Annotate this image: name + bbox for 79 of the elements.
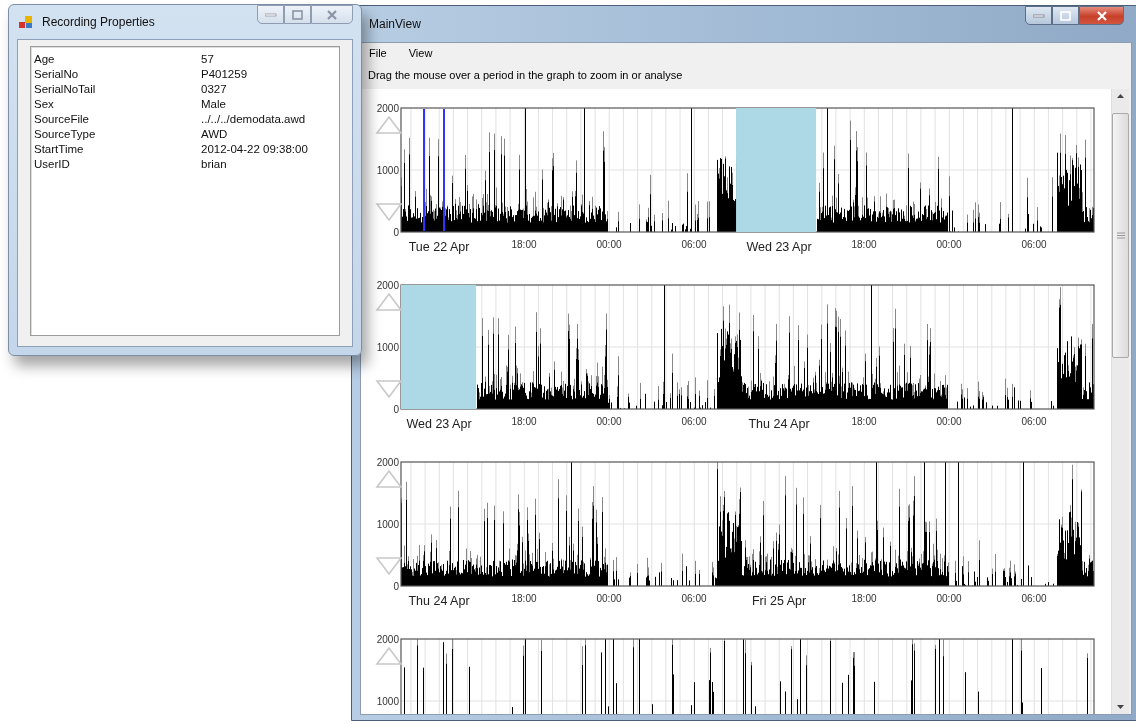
scroll-thumb[interactable]: [1112, 113, 1129, 359]
minimize-button[interactable]: [1025, 6, 1052, 25]
app-icon: [19, 15, 34, 29]
time-label: 18:00: [511, 416, 537, 428]
close-icon: [1095, 10, 1108, 21]
property-value: AWD: [201, 127, 228, 140]
property-value: ../../../demodata.awd: [201, 112, 306, 125]
time-label: 00:00: [596, 593, 622, 605]
minimize-button[interactable]: [257, 5, 284, 24]
y-axis-label: 2000: [376, 103, 399, 115]
time-label: 00:00: [936, 239, 962, 251]
up-triangle-icon[interactable]: [375, 293, 403, 312]
time-label: 00:00: [936, 593, 962, 605]
property-name: StartTime: [34, 142, 85, 155]
property-value: Male: [201, 97, 226, 110]
date-label: Fri 25 Apr: [751, 594, 807, 609]
property-name: UserID: [34, 157, 71, 170]
minimize-icon: [1032, 13, 1045, 18]
time-label: 06:00: [1021, 416, 1047, 428]
property-list[interactable]: Age 57 SerialNo P401259 SerialNoTail 0327 Sex Male SourceFile ../../../demodata.awd SourceType AWD StartTime 2012-04-22 09:38:00 UserID brian: [30, 46, 340, 336]
up-triangle-icon[interactable]: [375, 647, 403, 666]
window-title: Recording Properties: [42, 15, 156, 29]
date-label: Thu 24 Apr: [748, 417, 810, 432]
y-axis-label: 2000: [376, 457, 399, 469]
property-name: SourceFile: [34, 112, 90, 125]
time-label: 00:00: [596, 239, 622, 251]
time-label: 18:00: [511, 593, 537, 605]
close-button[interactable]: [1079, 6, 1124, 25]
y-axis-label: 0: [393, 581, 399, 593]
y-axis-label: 2000: [376, 634, 399, 646]
property-value: 2012-04-22 09:38:00: [201, 142, 308, 155]
maximize-icon: [291, 9, 304, 20]
instruction-text: Drag the mouse over a period in the graph to zoom in or analyse: [367, 68, 684, 84]
down-triangle-icon[interactable]: [375, 203, 403, 222]
property-value: 0327: [201, 82, 227, 95]
y-axis-label: 0: [393, 227, 399, 239]
y-axis-label: 0: [393, 404, 399, 416]
property-name: SerialNo: [34, 67, 80, 80]
vertical-scrollbar[interactable]: [1111, 89, 1129, 714]
date-label: Tue 22 Apr: [408, 240, 470, 255]
down-triangle-icon[interactable]: [375, 557, 403, 576]
time-label: 18:00: [511, 239, 537, 251]
time-label: 06:00: [681, 416, 707, 428]
time-label: 18:00: [851, 593, 877, 605]
maximize-icon: [1059, 10, 1072, 21]
graph-panel[interactable]: [361, 89, 1111, 714]
close-icon: [326, 9, 338, 20]
date-label: Wed 23 Apr: [746, 240, 812, 255]
up-triangle-icon[interactable]: [375, 116, 403, 135]
property-name: Age: [34, 52, 56, 65]
date-label: Wed 23 Apr: [406, 417, 472, 432]
y-axis-label: 1000: [376, 165, 399, 177]
property-name: Sex: [34, 97, 55, 110]
date-label: Thu 24 Apr: [408, 594, 470, 609]
property-name: SerialNoTail: [34, 82, 97, 95]
property-name: SourceType: [34, 127, 97, 140]
property-value: 57: [201, 52, 214, 65]
minimize-icon: [264, 12, 277, 17]
menu-item[interactable]: View: [405, 44, 436, 61]
window-title: MainView: [369, 17, 422, 31]
maximize-button[interactable]: [284, 5, 311, 24]
y-axis-label: 2000: [376, 280, 399, 292]
property-value: brian: [201, 157, 227, 170]
time-label: 18:00: [851, 416, 877, 428]
time-label: 06:00: [1021, 239, 1047, 251]
time-label: 06:00: [1021, 593, 1047, 605]
menu-item[interactable]: File: [366, 44, 390, 61]
close-button[interactable]: [311, 5, 353, 24]
maximize-button[interactable]: [1052, 6, 1079, 25]
time-label: 18:00: [851, 239, 877, 251]
property-value: P401259: [201, 67, 248, 80]
y-axis-label: 1000: [376, 696, 399, 708]
y-axis-label: 1000: [376, 342, 399, 354]
time-label: 00:00: [936, 416, 962, 428]
time-label: 06:00: [681, 593, 707, 605]
up-triangle-icon[interactable]: [375, 470, 403, 489]
time-label: 06:00: [681, 239, 707, 251]
time-label: 00:00: [596, 416, 622, 428]
y-axis-label: 1000: [376, 519, 399, 531]
